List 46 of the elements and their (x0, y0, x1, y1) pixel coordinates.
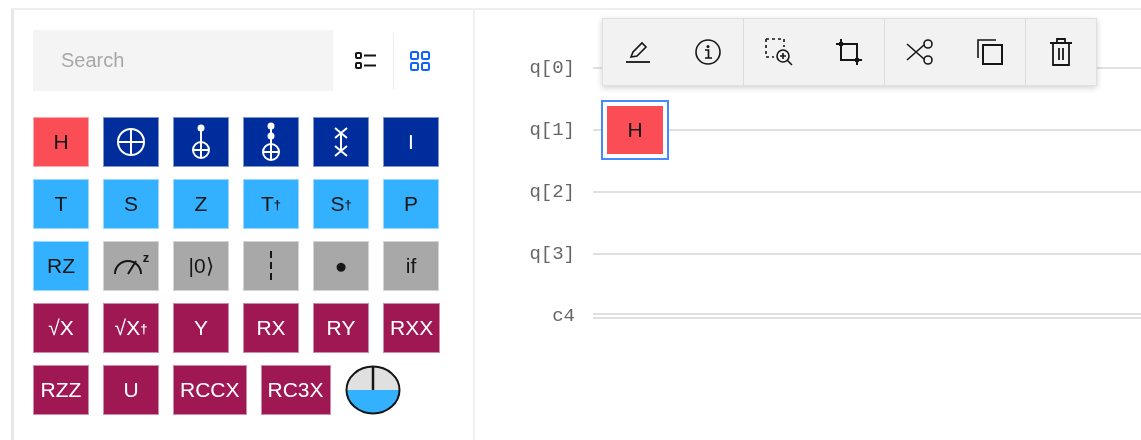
gate-button[interactable] (173, 117, 229, 167)
gate-button[interactable]: T (33, 179, 89, 229)
gate-button[interactable]: U (103, 365, 159, 415)
gate-button[interactable]: Z (173, 179, 229, 229)
probability-gate-icon[interactable] (344, 365, 401, 415)
controlled-not-icon (190, 124, 212, 160)
gate-button[interactable]: S (103, 179, 159, 229)
gate-button[interactable] (313, 117, 369, 167)
info-icon (695, 39, 721, 65)
gate-button[interactable]: RX (243, 303, 299, 353)
gate-button[interactable] (103, 117, 159, 167)
target-icon (116, 127, 146, 157)
gate-button[interactable]: RY (313, 303, 369, 353)
wire-label: q[0] (528, 57, 575, 79)
gate-button[interactable]: √X (33, 303, 89, 353)
pencil-icon (625, 40, 651, 64)
grid-view-icon (410, 50, 430, 71)
gate-button[interactable]: z (103, 241, 159, 291)
gate-button[interactable]: RZ (33, 241, 89, 291)
gate-button[interactable]: RZZ (33, 365, 89, 415)
scissors-icon (906, 39, 934, 65)
wire-label: q[2] (528, 181, 575, 203)
gate-button[interactable]: P (383, 179, 439, 229)
list-view-icon (355, 51, 377, 70)
toffoli-icon (260, 122, 282, 162)
wire-label: c4 (551, 305, 575, 327)
gate-button[interactable]: RXX (383, 303, 441, 353)
gate-button[interactable]: ● (313, 241, 369, 291)
copy-icon (976, 38, 1004, 66)
barrier-icon (269, 251, 273, 281)
trash-icon (1049, 38, 1073, 66)
gate-button[interactable] (243, 117, 299, 167)
gate-button[interactable]: RCCX (173, 365, 247, 415)
placed-gate[interactable]: H (603, 102, 667, 158)
gate-button[interactable]: RC3X (260, 365, 331, 415)
zoom-icon (765, 38, 793, 66)
gate-button[interactable]: H (33, 117, 89, 167)
crop-icon (835, 38, 863, 66)
gate-button[interactable]: Y (173, 303, 229, 353)
wire-label: q[3] (528, 243, 575, 265)
gate-button[interactable]: if (383, 241, 439, 291)
wire-label: q[1] (528, 119, 575, 141)
gate-button[interactable]: |0⟩ (173, 241, 229, 291)
swap-icon (333, 126, 349, 158)
gate-button[interactable]: I (383, 117, 439, 167)
search-field[interactable]: Search (33, 30, 333, 91)
